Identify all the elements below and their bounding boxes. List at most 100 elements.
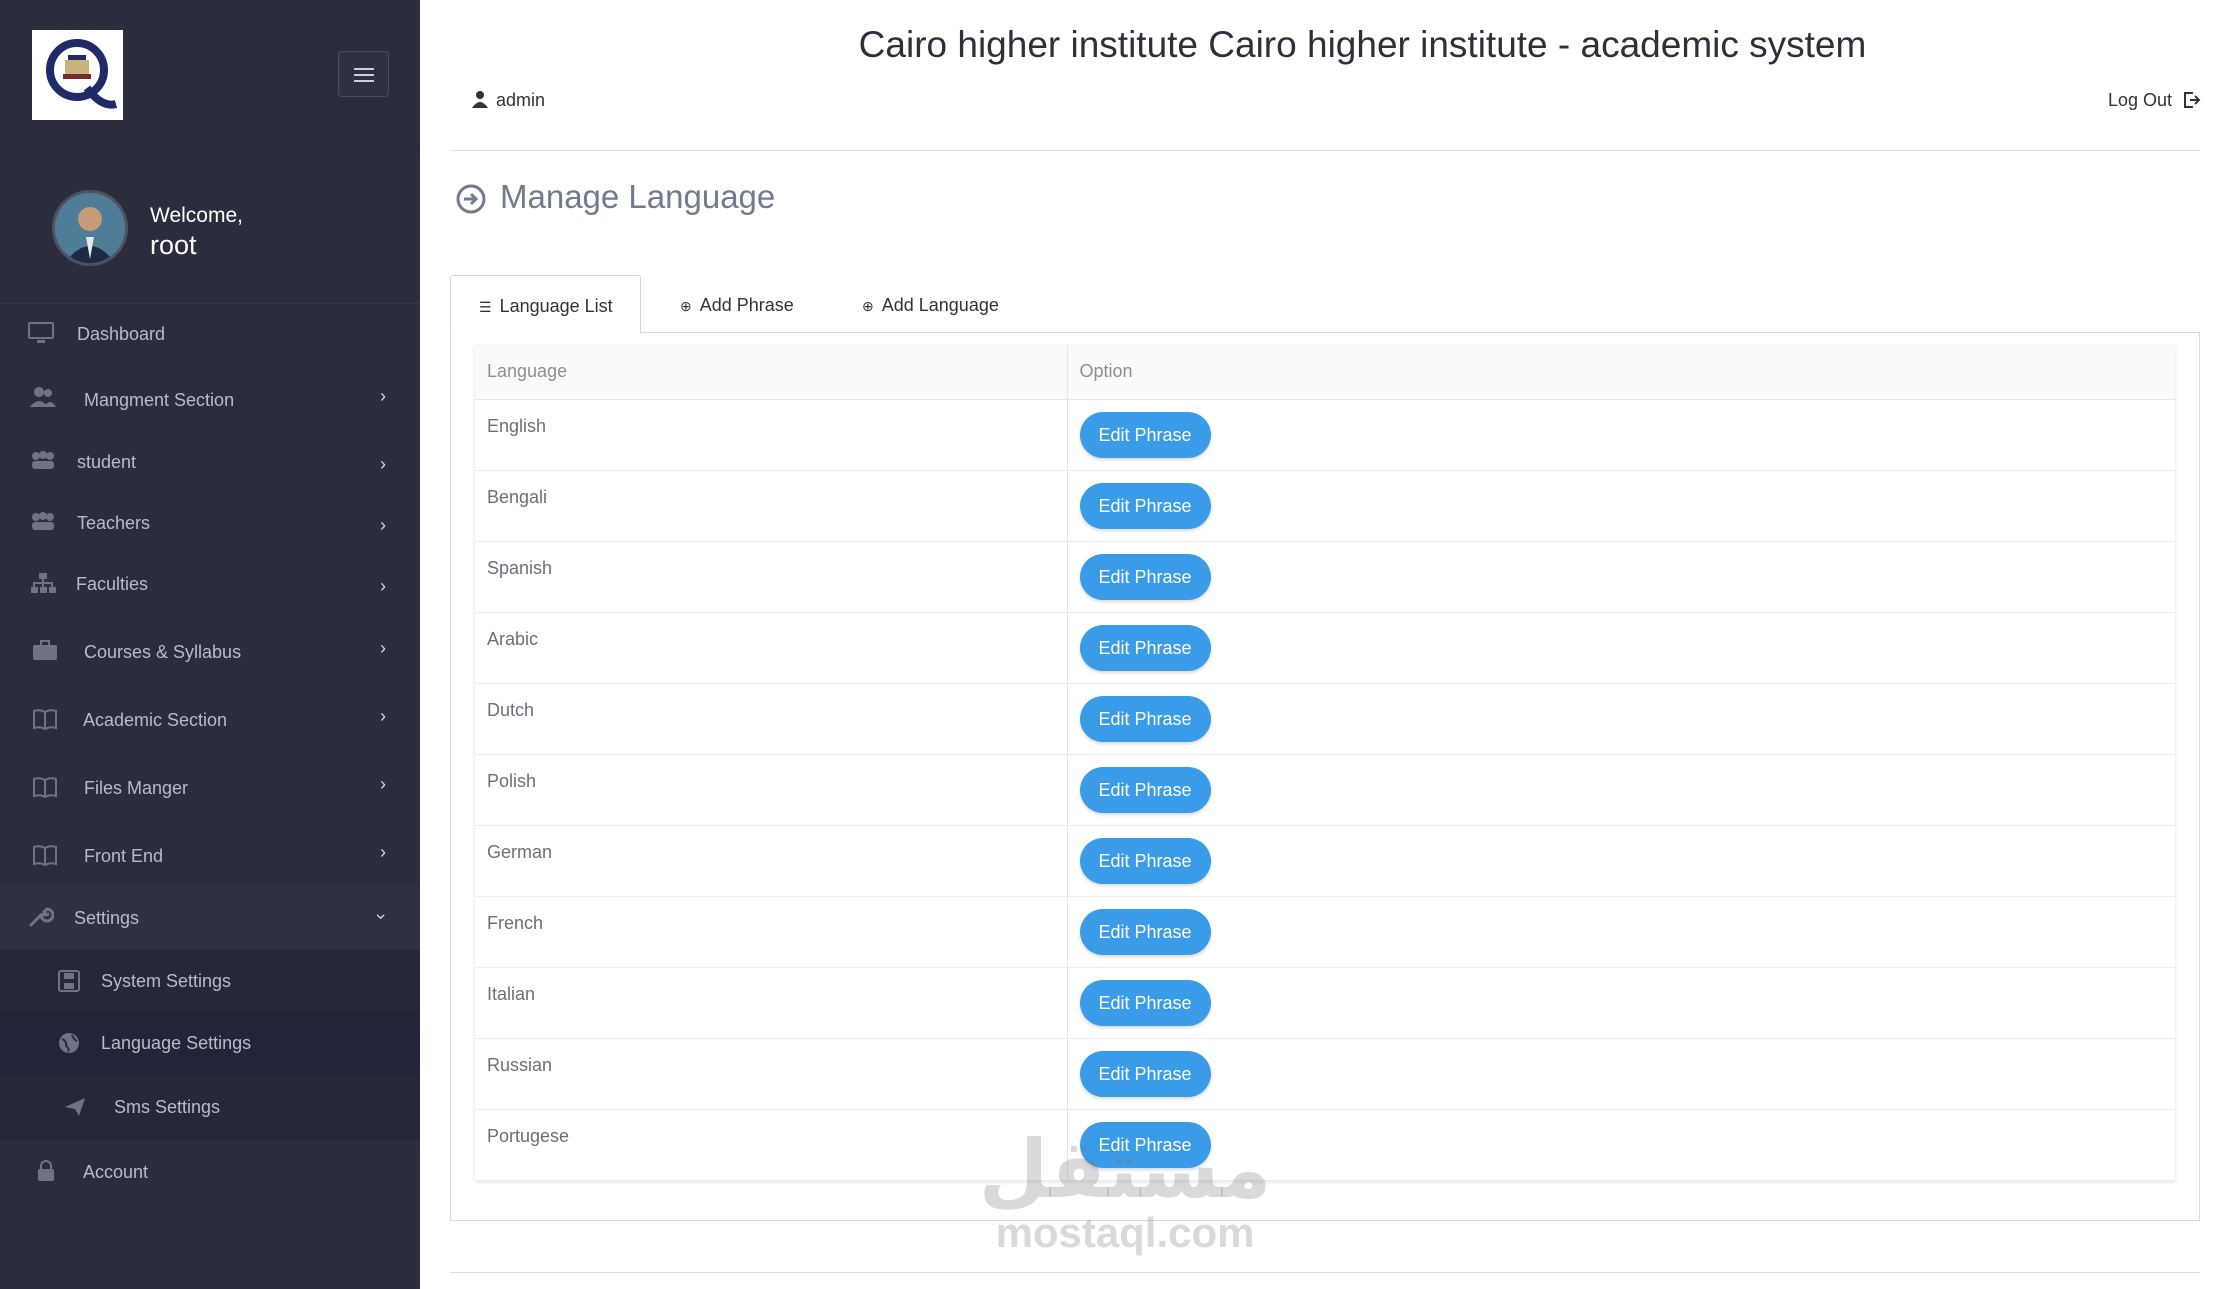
edit-phrase-button[interactable]: Edit Phrase [1079,1050,1211,1097]
table-row: Spanish Edit Phrase [475,541,2175,613]
tab-label: Language List [499,296,613,316]
option-cell: Edit Phrase [1067,612,2175,684]
table-row: French Edit Phrase [475,896,2175,968]
table-row: Arabic Edit Phrase [475,612,2175,684]
sitemap-icon [31,573,56,593]
option-cell: Edit Phrase [1067,541,2175,613]
table-row: Bengali Edit Phrase [475,470,2175,542]
option-cell: Edit Phrase [1067,683,2175,755]
book-icon [33,777,57,798]
user-icon [472,91,488,108]
arrow-circle-right-icon [456,184,486,214]
table-header-row: Language Option [475,345,2175,400]
edit-phrase-button[interactable]: Edit Phrase [1079,482,1211,529]
briefcase-icon [33,640,57,660]
sidebar-item-files[interactable]: Files Manger › [0,754,420,822]
edit-phrase-button[interactable]: Edit Phrase [1079,553,1211,600]
sidebar-item-label: Account [83,1162,149,1182]
tab-panel: Language Option English Edit Phrase Bengal… [450,333,2200,1221]
edit-phrase-button[interactable]: Edit Phrase [1079,695,1211,742]
sidebar-item-system-settings[interactable]: System Settings [0,950,420,1012]
profile-panel: Welcome, root [0,152,420,304]
tab-bar: ☰ Language List ⊕ Add Phrase ⊕ Add Language [450,275,2200,334]
settings-submenu: System Settings Language Settings Sms Se… [0,950,420,1140]
language-rows: English Edit Phrase Bengali Edit Phrase Span… [475,399,2175,1181]
sidebar-item-student[interactable]: student › [0,432,420,493]
table-row: Russian Edit Phrase [475,1038,2175,1110]
welcome-label: Welcome, [150,204,243,227]
table-row: Italian Edit Phrase [475,967,2175,1039]
paper-plane-icon [65,1098,85,1116]
edit-phrase-button[interactable]: Edit Phrase [1079,624,1211,671]
language-name: Russian [475,1038,1068,1110]
sidebar-item-courses[interactable]: Courses & Syllabus › [0,618,420,686]
table-row: German Edit Phrase [475,825,2175,897]
chevron-down-icon: › [371,913,392,920]
sidebar-item-sms-settings[interactable]: Sms Settings [0,1074,420,1140]
tab-language-list[interactable]: ☰ Language List [450,275,641,334]
column-header-language: Language [475,345,1068,400]
chevron-right-icon: › [380,706,386,726]
option-cell: Edit Phrase [1067,1038,2175,1110]
main-content: Cairo higher institute Cairo higher inst… [420,0,2225,1289]
tab-label: Add Phrase [699,295,794,315]
sidebar-item-settings[interactable]: Settings › [0,886,420,950]
sidebar-item-teachers[interactable]: Teachers › [0,493,420,554]
monitor-icon [28,322,54,343]
language-name: Italian [475,967,1068,1039]
edit-phrase-button[interactable]: Edit Phrase [1079,837,1211,884]
sidebar-item-management[interactable]: Mangment Section › [0,366,420,432]
username-label: root [150,230,197,260]
sidebar-item-label: Language Settings [101,1033,252,1053]
avatar[interactable] [52,190,128,266]
institute-logo[interactable] [32,30,123,120]
save-icon [58,970,80,992]
sidebar-item-label: student [77,452,137,472]
edit-phrase-button[interactable]: Edit Phrase [1079,411,1211,458]
language-name: Polish [475,754,1068,826]
sidebar-item-label: Mangment Section [84,390,235,410]
chevron-right-icon: › [380,774,386,794]
table-row: Dutch Edit Phrase [475,683,2175,755]
edit-phrase-button[interactable]: Edit Phrase [1079,766,1211,813]
sidebar-item-label: Faculties [76,574,149,594]
logout-link[interactable]: Log Out [2108,90,2201,111]
sidebar-item-label: System Settings [101,971,232,991]
sidebar-item-language-settings[interactable]: Language Settings [0,1012,420,1074]
sign-out-icon [2184,92,2201,108]
option-cell: Edit Phrase [1067,896,2175,968]
language-table: Language Option English Edit Phrase Bengal… [475,345,2175,1181]
table-row: English Edit Phrase [475,399,2175,471]
option-cell: Edit Phrase [1067,470,2175,542]
edit-phrase-button[interactable]: Edit Phrase [1079,908,1211,955]
option-cell: Edit Phrase [1067,967,2175,1039]
language-table-card: Language Option English Edit Phrase Bengal… [475,345,2175,1181]
globe-icon [59,1033,79,1053]
logout-label: Log Out [2107,90,2172,110]
sidebar-item-dashboard[interactable]: Dashboard [0,304,420,366]
tab-add-phrase[interactable]: ⊕ Add Phrase [680,275,820,333]
menu-toggle-button[interactable] [338,51,389,97]
sidebar-item-faculties[interactable]: Faculties › [0,554,420,618]
sidebar-item-label: Courses & Syllabus [84,642,242,662]
language-name: French [475,896,1068,968]
section-heading-text: Manage Language [500,178,776,215]
sidebar-item-academic[interactable]: Academic Section › [0,686,420,754]
group-icon [32,512,54,530]
sidebar-item-front-end[interactable]: Front End › [0,822,420,886]
sidebar-item-label: Sms Settings [114,1097,221,1117]
sidebar: Welcome, root Dashboard Mangment Section… [0,0,420,1289]
table-row: Polish Edit Phrase [475,754,2175,826]
tab-add-language[interactable]: ⊕ Add Language [862,275,1022,333]
language-name: Dutch [475,683,1068,755]
current-user[interactable]: admin [472,90,545,111]
group-icon [32,451,54,469]
book-icon [33,709,57,730]
sidebar-item-label: Front End [84,846,164,866]
header-divider [450,150,2200,151]
edit-phrase-button[interactable]: Edit Phrase [1079,979,1211,1026]
language-name: English [475,399,1068,471]
user-name: admin [496,90,546,110]
sidebar-item-account[interactable]: Account [0,1140,420,1206]
chevron-right-icon: › [380,515,386,535]
